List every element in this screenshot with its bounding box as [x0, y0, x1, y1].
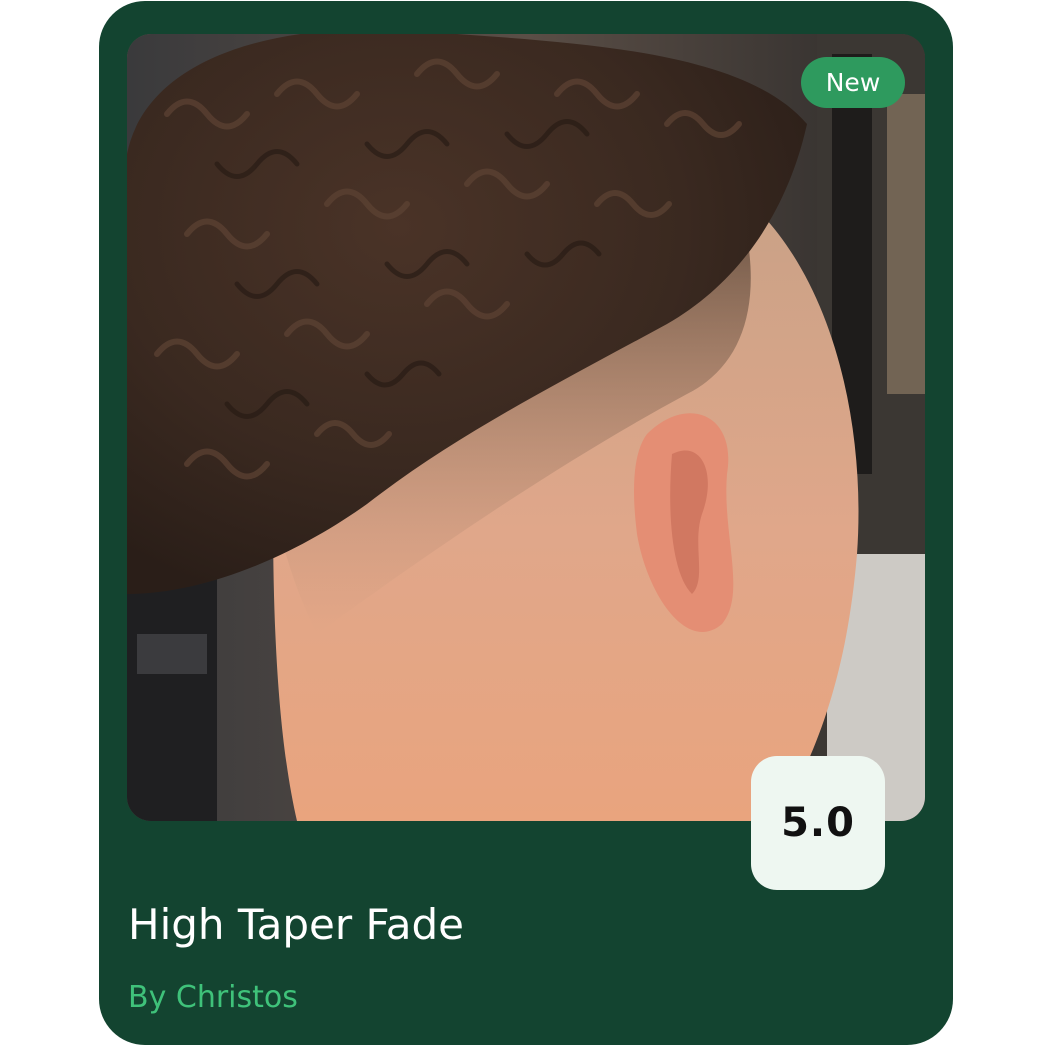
haircut-title[interactable]: High Taper Fade	[128, 897, 464, 953]
rating-badge: 5.0	[751, 756, 885, 890]
author-link[interactable]: By Christos	[128, 977, 298, 1019]
new-badge: New	[801, 57, 905, 108]
haircut-card[interactable]: New 5.0 High Taper Fade By Christos	[99, 1, 953, 1045]
haircut-photo	[127, 34, 925, 821]
haircut-photo-illustration	[127, 34, 925, 821]
